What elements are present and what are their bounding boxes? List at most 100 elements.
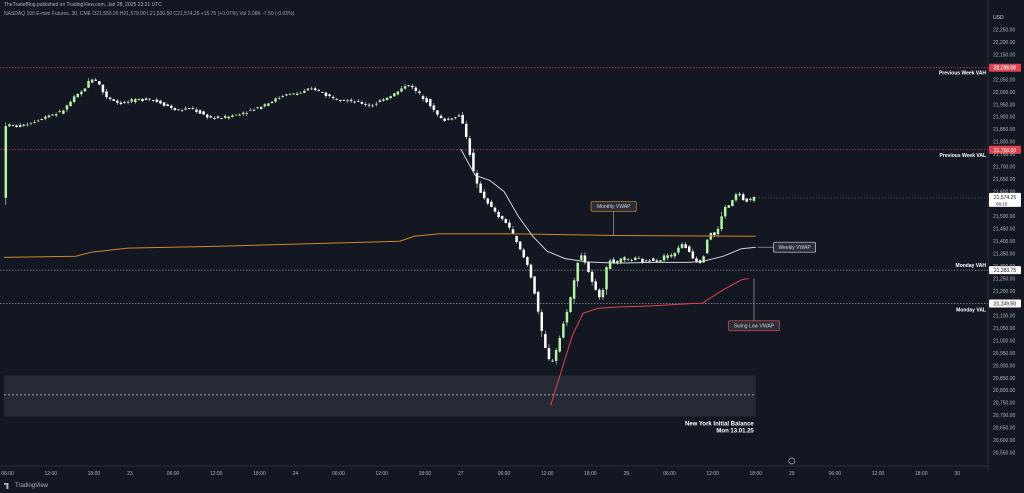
candle-body-92 — [335, 98, 338, 100]
candle-body-98 — [357, 100, 360, 102]
time-tick-15: 28 — [624, 471, 630, 477]
candle-body-164 — [594, 281, 597, 290]
vwap-line-0 — [3, 233, 756, 258]
candle-body-108 — [393, 93, 396, 97]
candle-body-129 — [468, 138, 472, 155]
candle-body-48 — [177, 109, 180, 111]
candle-body-146 — [529, 264, 533, 278]
candle-body-117 — [425, 98, 428, 103]
candle-body-163 — [590, 271, 594, 282]
candle-body-176 — [637, 258, 641, 259]
candle-body-166 — [601, 290, 605, 298]
candle-body-123 — [446, 118, 450, 120]
candle-body-143 — [518, 241, 522, 250]
price-tick-21: 21,200.00 — [993, 289, 1015, 295]
candle-body-29 — [108, 97, 112, 100]
price-tick-32: 20,650.00 — [993, 425, 1015, 431]
candle-body-207 — [749, 198, 752, 200]
candle-body-69 — [252, 109, 256, 111]
time-tick-23: 30 — [954, 471, 960, 477]
candle-body-87 — [317, 89, 320, 91]
candle-body-191 — [691, 251, 695, 259]
candle-body-28 — [105, 91, 108, 98]
price-tick-16: 21,450.00 — [993, 227, 1015, 233]
candle-body-25 — [94, 79, 97, 81]
candle-body-86 — [313, 88, 317, 91]
candle-body-49 — [180, 110, 184, 112]
candle-body-124 — [450, 118, 454, 120]
price-tick-7: 21,900.00 — [993, 115, 1015, 121]
candle-body-158 — [572, 280, 576, 299]
candle-body-157 — [569, 297, 572, 312]
candle-body-38 — [141, 99, 144, 101]
candle-body-22 — [83, 88, 87, 92]
symbol-info-line: NASDAQ 100 E-mini Futures, 30, CME O21,5… — [4, 11, 295, 17]
candle-body-94 — [342, 100, 346, 102]
candle-body-6 — [26, 124, 29, 126]
candle-body-171 — [619, 258, 623, 263]
candle-body-46 — [170, 105, 173, 109]
tradingview-logo-icon — [4, 483, 9, 489]
candle-body-96 — [349, 99, 353, 102]
candle-body-168 — [608, 260, 612, 270]
candle-body-40 — [148, 98, 151, 100]
callout-label-0: Monthly VWAP — [597, 204, 631, 210]
candle-body-8 — [33, 122, 36, 123]
price-tick-6: 21,950.00 — [993, 102, 1015, 108]
initial-balance-date: Mon 13.01.25 — [716, 428, 754, 434]
price-tick-1: 22,200.00 — [993, 40, 1015, 46]
candle-body-23 — [87, 81, 90, 88]
candle-body-0 — [4, 126, 8, 198]
level-label-1: Previous Week VAL — [940, 153, 987, 159]
price-tick-26: 20,950.00 — [993, 351, 1015, 357]
candle-body-186 — [673, 253, 677, 257]
candle-body-116 — [421, 96, 425, 99]
candle-body-77 — [281, 96, 285, 97]
tradingview-brand: TradingView — [15, 483, 49, 489]
candle-body-159 — [576, 262, 579, 282]
candle-body-152 — [551, 360, 554, 362]
candle-body-65 — [238, 114, 241, 116]
candle-body-19 — [72, 96, 76, 103]
candle-body-9 — [36, 120, 40, 122]
candle-body-136 — [493, 207, 497, 212]
candle-body-60 — [220, 118, 223, 120]
candle-body-63 — [231, 115, 234, 118]
candle-body-141 — [511, 229, 515, 234]
candle-body-62 — [227, 116, 231, 119]
candle-body-85 — [310, 88, 313, 90]
candle-body-13 — [51, 114, 54, 116]
candle-body-103 — [375, 103, 378, 105]
candle-body-20 — [76, 93, 79, 98]
last-price-value: 21,574.25 — [994, 195, 1016, 201]
candle-body-10 — [40, 119, 44, 120]
candle-body-91 — [331, 96, 335, 99]
price-chart[interactable]: USD New York Initial BalanceMon 13.01.25 P… — [0, 0, 1024, 493]
candle-body-73 — [267, 103, 270, 106]
candle-body-52 — [191, 108, 195, 110]
candle-body-26 — [98, 81, 101, 85]
candle-body-21 — [80, 91, 83, 95]
candle-body-206 — [745, 198, 749, 202]
candle-body-208 — [752, 196, 756, 201]
candle-body-93 — [339, 100, 342, 101]
price-tick-20: 21,250.00 — [993, 276, 1015, 282]
candle-body-132 — [479, 183, 482, 193]
candle-body-154 — [558, 337, 561, 352]
candle-body-36 — [134, 99, 137, 103]
candle-body-80 — [292, 93, 295, 95]
candle-body-144 — [522, 249, 526, 258]
candle-body-160 — [580, 255, 583, 260]
price-tick-25: 21,000.00 — [993, 338, 1015, 344]
candle-body-134 — [486, 198, 490, 204]
candle-body-78 — [285, 94, 288, 96]
time-tick-21: 12:00 — [872, 471, 885, 477]
candle-body-185 — [669, 254, 673, 257]
candle-body-32 — [119, 102, 123, 105]
candle-body-137 — [497, 211, 500, 217]
price-tick-12: 21,650.00 — [993, 177, 1015, 183]
candle-body-115 — [418, 91, 421, 94]
candle-body-44 — [162, 102, 166, 106]
candle-body-70 — [256, 107, 259, 109]
candle-body-97 — [353, 101, 356, 103]
